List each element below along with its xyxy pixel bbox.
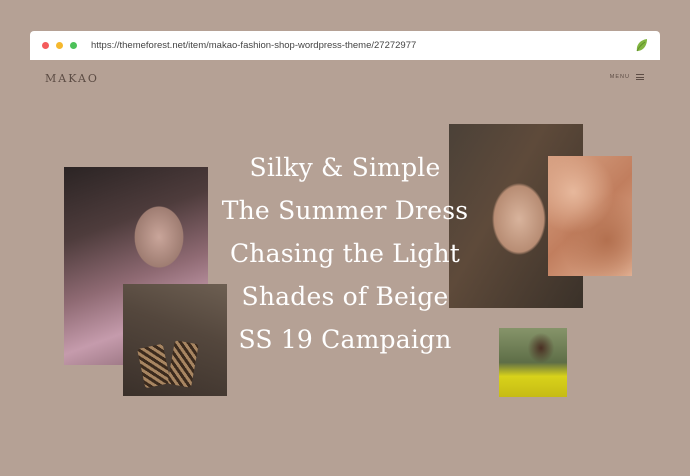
campaign-link[interactable]: SS 19 Campaign [190,318,500,361]
campaign-title-list: Silky & Simple The Summer Dress Chasing … [190,146,500,361]
website-page: MAKAO MENU Silky & Simple The Summer Dre… [30,60,660,440]
browser-address-bar: https://themeforest.net/item/makao-fashi… [30,31,660,60]
window-controls [42,42,77,49]
campaign-link[interactable]: Silky & Simple [190,146,500,189]
envato-leaf-icon[interactable] [633,37,649,53]
campaign-link[interactable]: Shades of Beige [190,275,500,318]
menu-button[interactable]: MENU [610,74,644,80]
url-text[interactable]: https://themeforest.net/item/makao-fashi… [91,40,416,51]
maximize-window-dot[interactable] [70,42,77,49]
site-logo[interactable]: MAKAO [45,72,99,85]
photo-copper-texture[interactable] [548,156,632,276]
close-window-dot[interactable] [42,42,49,49]
campaign-link[interactable]: Chasing the Light [190,232,500,275]
photo-woman-yellow-top[interactable] [499,328,567,397]
minimize-window-dot[interactable] [56,42,63,49]
hamburger-icon [636,74,644,80]
campaign-link[interactable]: The Summer Dress [190,189,500,232]
menu-label: MENU [609,74,630,80]
